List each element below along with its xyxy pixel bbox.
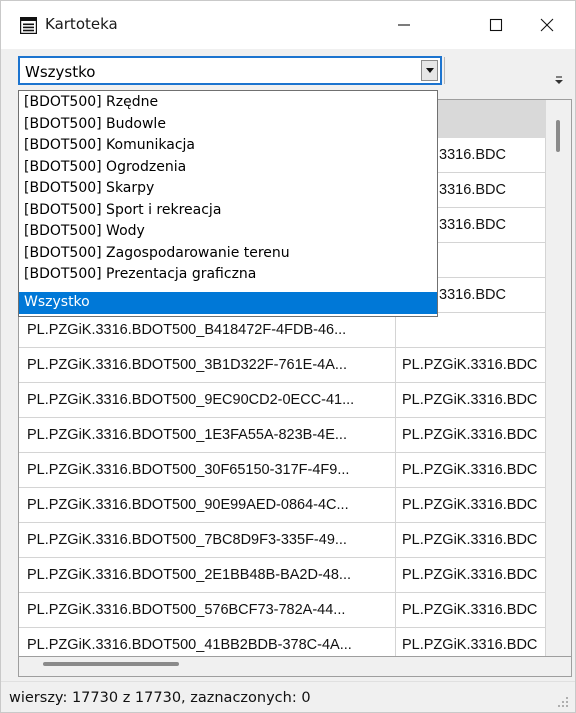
table-cell[interactable]: PL.PZGiK.3316.BDC xyxy=(396,523,546,558)
table-cell[interactable]: PL.PZGiK.3316.BDOT500_41BB2BDB-378C-4A..… xyxy=(19,628,396,656)
kartoteka-window: Kartoteka Wszystko ZGiK.3316.BDC ZGiK.33… xyxy=(0,0,576,713)
maximize-icon xyxy=(489,18,503,32)
vertical-scrollbar[interactable] xyxy=(546,100,571,656)
dropdown-option-selected[interactable]: Wszystko xyxy=(19,292,437,314)
close-icon xyxy=(540,18,554,32)
filter-combobox[interactable]: Wszystko xyxy=(18,56,442,85)
table-row[interactable]: PL.PZGiK.3316.BDOT500_1E3FA55A-823B-4E..… xyxy=(19,418,546,453)
table-row[interactable]: PL.PZGiK.3316.BDOT500_9EC90CD2-0ECC-41..… xyxy=(19,383,546,418)
vertical-scrollbar-thumb[interactable] xyxy=(556,120,560,152)
dropdown-option[interactable]: [BDOT500] Rzędne xyxy=(19,92,437,114)
table-cell[interactable]: PL.PZGiK.3316.BDC xyxy=(396,348,546,383)
chevron-down-icon xyxy=(425,68,434,73)
filter-combobox-arrow[interactable] xyxy=(421,60,438,81)
maximize-button[interactable] xyxy=(473,1,519,49)
table-row[interactable]: PL.PZGiK.3316.BDOT500_3B1D322F-761E-4A..… xyxy=(19,348,546,383)
dropdown-option[interactable]: [BDOT500] Wody xyxy=(19,221,437,243)
minimize-icon xyxy=(398,24,410,26)
toolbar-overflow-icon[interactable] xyxy=(552,73,566,87)
table-cell[interactable]: PL.PZGiK.3316.BDOT500_30F65150-317F-4F9.… xyxy=(19,453,396,488)
resize-grip-icon[interactable] xyxy=(557,696,569,708)
table-cell[interactable]: PL.PZGiK.3316.BDOT500_7BC8D9F3-335F-49..… xyxy=(19,523,396,558)
table-cell[interactable]: PL.PZGiK.3316.BDC xyxy=(396,418,546,453)
status-text: wierszy: 17730 z 17730, zaznaczonych: 0 xyxy=(9,690,311,706)
horizontal-scrollbar-thumb[interactable] xyxy=(43,662,179,666)
table-cell[interactable] xyxy=(396,313,546,348)
dropdown-option[interactable]: [BDOT500] Sport i rekreacja xyxy=(19,200,437,222)
table-cell[interactable]: PL.PZGiK.3316.BDC xyxy=(396,628,546,656)
table-row[interactable]: PL.PZGiK.3316.BDOT500_30F65150-317F-4F9.… xyxy=(19,453,546,488)
dropdown-option[interactable]: [BDOT500] Budowle xyxy=(19,114,437,136)
table-row[interactable]: PL.PZGiK.3316.BDOT500_90E99AED-0864-4C..… xyxy=(19,488,546,523)
table-row[interactable]: PL.PZGiK.3316.BDOT500_576BCF73-782A-44..… xyxy=(19,593,546,628)
table-cell[interactable]: PL.PZGiK.3316.BDOT500_2E1BB48B-BA2D-48..… xyxy=(19,558,396,593)
dropdown-option[interactable]: [BDOT500] Zagospodarowanie terenu xyxy=(19,243,437,265)
minimize-button[interactable] xyxy=(381,1,427,49)
table-row[interactable]: PL.PZGiK.3316.BDOT500_41BB2BDB-378C-4A..… xyxy=(19,628,546,656)
app-icon xyxy=(20,17,37,34)
table-cell[interactable]: PL.PZGiK.3316.BDC xyxy=(396,453,546,488)
window-title: Kartoteka xyxy=(45,15,118,33)
table-cell[interactable]: PL.PZGiK.3316.BDOT500_1E3FA55A-823B-4E..… xyxy=(19,418,396,453)
status-bar: wierszy: 17730 z 17730, zaznaczonych: 0 xyxy=(1,681,575,712)
table-cell[interactable]: PL.PZGiK.3316.BDOT500_3B1D322F-761E-4A..… xyxy=(19,348,396,383)
dropdown-option[interactable]: [BDOT500] Skarpy xyxy=(19,178,437,200)
table-cell[interactable]: PL.PZGiK.3316.BDOT500_576BCF73-782A-44..… xyxy=(19,593,396,628)
table-row[interactable]: PL.PZGiK.3316.BDOT500_B418472F-4FDB-46..… xyxy=(19,313,546,348)
table-cell[interactable]: PL.PZGiK.3316.BDC xyxy=(396,383,546,418)
dropdown-option[interactable]: [BDOT500] Prezentacja graficzna xyxy=(19,264,437,286)
table-cell[interactable]: PL.PZGiK.3316.BDOT500_B418472F-4FDB-46..… xyxy=(19,313,396,348)
filter-combobox-value: Wszystko xyxy=(25,63,96,81)
dropdown-option[interactable]: [BDOT500] Komunikacja xyxy=(19,135,437,157)
title-bar[interactable]: Kartoteka xyxy=(1,1,575,49)
table-cell[interactable]: PL.PZGiK.3316.BDOT500_9EC90CD2-0ECC-41..… xyxy=(19,383,396,418)
horizontal-scrollbar[interactable] xyxy=(18,657,572,677)
dropdown-option[interactable]: [BDOT500] Ogrodzenia xyxy=(19,157,437,179)
filter-dropdown-list[interactable]: [BDOT500] Rzędne [BDOT500] Budowle [BDOT… xyxy=(18,90,438,317)
table-cell[interactable]: PL.PZGiK.3316.BDC xyxy=(396,593,546,628)
table-row[interactable]: PL.PZGiK.3316.BDOT500_7BC8D9F3-335F-49..… xyxy=(19,523,546,558)
close-button[interactable] xyxy=(524,1,570,49)
table-row[interactable]: PL.PZGiK.3316.BDOT500_2E1BB48B-BA2D-48..… xyxy=(19,558,546,593)
table-cell[interactable]: PL.PZGiK.3316.BDC xyxy=(396,488,546,523)
toolbar-separator xyxy=(444,57,445,84)
table-cell[interactable]: PL.PZGiK.3316.BDC xyxy=(396,558,546,593)
table-cell[interactable]: PL.PZGiK.3316.BDOT500_90E99AED-0864-4C..… xyxy=(19,488,396,523)
